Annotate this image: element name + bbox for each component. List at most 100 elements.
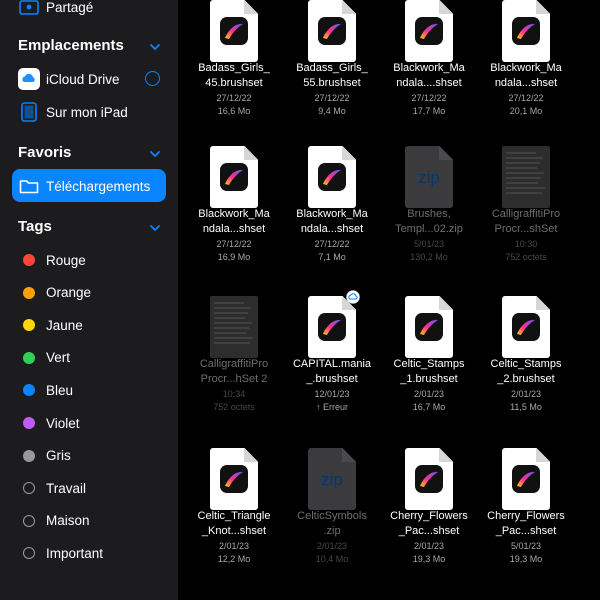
file-size: 7,1 Mo xyxy=(318,252,346,262)
file-size: 11,5 Mo xyxy=(510,402,542,412)
file-name: _Pac...shset xyxy=(398,525,460,537)
file-date: 5/01/23 xyxy=(510,541,542,551)
sidebar-tag-7[interactable]: Travail xyxy=(0,473,178,503)
eject-ring-icon[interactable] xyxy=(145,71,160,86)
page-fold xyxy=(342,146,356,160)
file-size: 12,2 Mo xyxy=(217,554,251,564)
file-tile[interactable]: Blackwork_Ma ndala...shset 27/12/22 7,1 Mo xyxy=(284,144,380,284)
tag-color-dot-icon xyxy=(18,282,40,304)
file-tile[interactable]: Cherry_Flowers _Pac...shset 2/01/23 19,3 Mo xyxy=(381,446,477,586)
file-tile[interactable]: CalligraffitiPro Procr...shSet 10:30 752 oc… xyxy=(478,144,574,284)
procreate-app-icon xyxy=(512,465,540,493)
file-name: Blackwork_Ma xyxy=(393,62,465,74)
sidebar-tag-4[interactable]: Bleu xyxy=(0,375,178,405)
chevron-down-icon[interactable] xyxy=(148,40,162,54)
file-tile[interactable]: Cherry_Flowers _Pac...shset 5/01/23 19,3 Mo xyxy=(478,446,574,586)
procreate-app-icon xyxy=(318,313,346,341)
procreate-app-icon xyxy=(318,163,346,191)
tag-dot xyxy=(23,449,35,462)
file-name: CalligraffitiPro xyxy=(199,358,269,370)
chevron-down-icon[interactable] xyxy=(148,147,162,161)
text-line xyxy=(214,342,250,344)
file-name: _2.brushset xyxy=(497,373,555,385)
file-thumbnail xyxy=(502,146,550,208)
tag-empty-ring-icon xyxy=(18,510,40,532)
file-size: 19,3 Mo xyxy=(509,554,543,564)
file-size: 752 octets xyxy=(505,252,547,262)
file-name: CAPITAL.mania xyxy=(292,358,372,370)
text-line xyxy=(214,312,248,314)
tag-empty-ring-icon xyxy=(18,477,40,499)
sidebar-tag-6[interactable]: Gris xyxy=(0,441,178,471)
file-name: CalligraffitiPro xyxy=(491,208,561,220)
sidebar-item-label: Rouge xyxy=(46,252,86,268)
file-name: ndala...shset xyxy=(300,223,364,235)
file-thumbnail xyxy=(210,448,258,510)
sidebar-tag-0[interactable]: Rouge xyxy=(0,245,178,275)
sidebar-item-label: Téléchargements xyxy=(46,178,151,194)
file-thumbnail xyxy=(308,290,360,358)
file-size: ↑ Erreur xyxy=(315,402,348,412)
file-tile[interactable]: Blackwork_Ma ndala...shset 27/12/22 20,1 Mo xyxy=(478,0,574,138)
tag-dot xyxy=(23,286,35,299)
file-name: Celtic_Triangle xyxy=(197,510,271,522)
procreate-app-icon xyxy=(220,163,248,191)
sidebar-tag-3[interactable]: Vert xyxy=(0,343,178,373)
file-size: 20,1 Mo xyxy=(509,106,543,116)
file-thumbnail xyxy=(502,296,550,358)
file-tile[interactable]: Blackwork_Ma ndala...shset 27/12/22 16,9 Mo xyxy=(186,144,282,284)
file-name: .zip xyxy=(323,525,341,537)
sidebar-tag-2[interactable]: Jaune xyxy=(0,310,178,340)
file-date: 27/12/22 xyxy=(411,93,447,103)
file-name: Blackwork_Ma xyxy=(490,62,562,74)
file-name: _1.brushset xyxy=(400,373,458,385)
sidebar-tag-9[interactable]: Important xyxy=(0,538,178,568)
file-name: ndala...shset xyxy=(494,77,558,89)
file-tile[interactable]: Celtic_Stamps _2.brushset 2/01/23 11,5 Mo xyxy=(478,294,574,434)
file-tile[interactable]: Celtic_Stamps _1.brushset 2/01/23 16,7 Mo xyxy=(381,294,477,434)
sidebar-tag-1[interactable]: Orange xyxy=(0,278,178,308)
text-line xyxy=(214,337,253,339)
file-date: 27/12/22 xyxy=(508,93,544,103)
sidebar-item-label: Orange xyxy=(46,285,92,301)
text-line xyxy=(214,322,252,324)
text-line xyxy=(506,172,544,174)
file-thumbnail xyxy=(405,0,453,62)
sidebar-item-shared[interactable]: Partagé xyxy=(0,0,178,22)
file-thumbnail: zip xyxy=(405,146,453,208)
procreate-app-icon xyxy=(415,17,443,45)
sidebar-tag-5[interactable]: Violet xyxy=(0,408,178,438)
file-thumbnail: zip xyxy=(308,448,356,510)
file-tile[interactable]: Celtic_Triangle _Knot...shset 2/01/23 12,2 … xyxy=(186,446,282,586)
file-name: Celtic_Stamps xyxy=(490,358,562,370)
file-tile[interactable]: zip Brushes, Templ...02.zip 5/01/23 130,2 Mo xyxy=(381,144,477,284)
file-tile[interactable]: CAPITAL.mania _.brushset 12/01/23 ↑ Erreur xyxy=(284,290,380,434)
text-line xyxy=(506,162,540,164)
procreate-app-icon xyxy=(415,465,443,493)
file-thumbnail xyxy=(210,146,258,208)
tag-dot xyxy=(23,351,35,364)
sidebar-item-label: Violet xyxy=(46,415,80,431)
file-tile[interactable]: Blackwork_Ma ndala....shset 27/12/22 17,7 M… xyxy=(381,0,477,138)
sidebar-item-label: Gris xyxy=(46,448,71,464)
file-tile[interactable]: Badass_Girls_ 45.brushset 27/12/22 16,6 Mo xyxy=(186,0,282,138)
chevron-down-icon[interactable] xyxy=(148,221,162,235)
tag-color-dot-icon xyxy=(18,412,40,434)
file-tile[interactable]: CalligraffitiPro Procr...hSet 2 10:34 752 o… xyxy=(186,294,282,434)
text-line xyxy=(214,317,245,319)
file-date: 27/12/22 xyxy=(216,239,252,249)
sidebar-item-on-my-ipad[interactable]: Sur mon iPad xyxy=(0,97,178,127)
file-tile[interactable]: Badass_Girls_ 55.brushset 27/12/22 9,4 Mo xyxy=(284,0,380,138)
file-date: 12/01/23 xyxy=(314,389,350,399)
procreate-app-icon xyxy=(512,17,540,45)
file-name: Brushes, xyxy=(407,208,451,220)
tag-dot xyxy=(23,514,35,527)
text-document-icon xyxy=(210,296,258,358)
file-tile[interactable]: zip CelticSymbols .zip 2/01/23 10,4 Mo xyxy=(284,446,380,586)
sidebar-item-label: Bleu xyxy=(46,382,74,398)
procreate-app-icon xyxy=(318,17,346,45)
sidebar-item-label: Travail xyxy=(46,480,87,496)
sidebar-tag-8[interactable]: Maison xyxy=(0,506,178,536)
sidebar-item-downloads[interactable]: Téléchargements xyxy=(0,171,178,201)
text-line xyxy=(506,157,543,159)
